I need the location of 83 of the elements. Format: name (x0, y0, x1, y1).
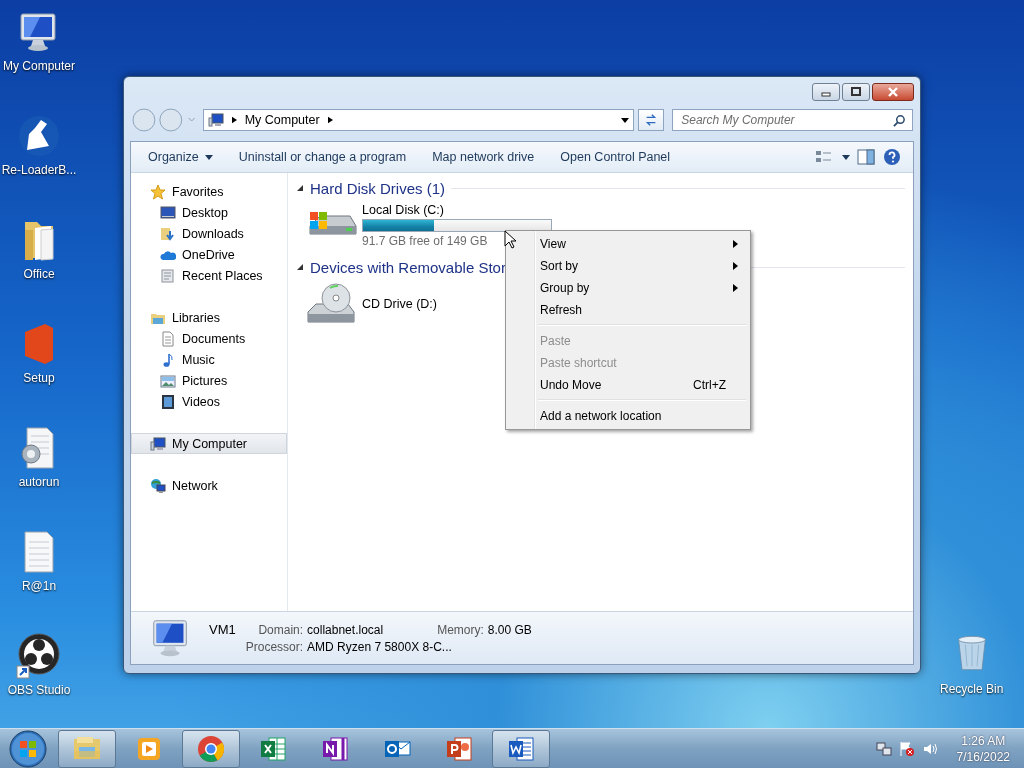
sidebar-item[interactable]: Pictures (131, 370, 287, 391)
field-label: Memory: (436, 623, 484, 637)
search-field[interactable]: Search My Computer (672, 109, 913, 131)
address-bar[interactable]: My Computer (202, 109, 635, 131)
toolbar-button[interactable]: Organize (137, 146, 224, 168)
preview-pane-icon[interactable] (855, 148, 877, 166)
network-icon[interactable] (875, 740, 892, 757)
flag-icon[interactable] (898, 740, 915, 757)
maximize-button[interactable] (842, 83, 870, 101)
field-label: Processor: (245, 640, 304, 654)
maximize-icon (850, 87, 862, 97)
sidebar-item[interactable]: Network (131, 475, 287, 496)
close-button[interactable] (872, 83, 914, 101)
chevron-icon[interactable] (327, 116, 333, 124)
sidebar-item[interactable]: Favorites (131, 181, 287, 202)
collapse-icon[interactable] (296, 263, 304, 271)
sidebar-item[interactable]: Libraries (131, 307, 287, 328)
taskbar-app-button[interactable] (492, 729, 550, 768)
desktop-icon-label: autorun (18, 475, 60, 489)
menu-item[interactable]: Undo Move Ctrl+Z (508, 374, 748, 396)
desktop-icon-label: OBS Studio (7, 683, 71, 697)
sidebar-item[interactable]: Recent Places (131, 265, 287, 286)
desktop-icon-label: R@1n (21, 579, 57, 593)
group-header: Hard Disk Drives (1) (310, 179, 445, 197)
submenu-arrow-icon (732, 240, 738, 248)
drive-name[interactable]: CD Drive (D:) (362, 297, 437, 311)
computer-icon (207, 112, 224, 128)
monitor-icon (160, 204, 176, 221)
star-icon (150, 183, 166, 200)
sidebar-item[interactable]: OneDrive (131, 244, 287, 265)
refresh-button[interactable] (638, 109, 665, 131)
sidebar-item[interactable]: Videos (131, 391, 287, 412)
computer-icon (150, 435, 166, 452)
close-icon (887, 87, 899, 97)
desktop-icon-label: Re-LoaderB... (1, 163, 77, 177)
network-icon (150, 477, 166, 494)
taskbar-app-button[interactable] (58, 729, 116, 768)
menu-item[interactable]: Group by (508, 277, 748, 299)
cd-drive-icon[interactable] (306, 282, 358, 326)
sidebar-item[interactable]: Downloads (131, 223, 287, 244)
start-button[interactable] (8, 728, 48, 768)
field-value: AMD Ryzen 7 5800X 8-C... (307, 640, 453, 654)
field-label: Domain: (257, 623, 304, 637)
sidebar-item[interactable]: Music (131, 349, 287, 370)
menu-item[interactable]: Sort by (508, 255, 748, 277)
refresh-icon (644, 113, 659, 127)
app-shortcut-icon[interactable] (15, 632, 63, 680)
menu-item[interactable]: Add a network location (508, 405, 748, 427)
download-folder-icon (160, 225, 176, 242)
search-field[interactable]: Search My Computer (679, 112, 893, 128)
picture-icon (160, 372, 176, 389)
toolbar-button[interactable]: Open Control Panel (549, 146, 682, 168)
computer-name: VM1 (209, 622, 236, 637)
help-icon[interactable] (881, 148, 903, 166)
field-value: 8.00 GB (487, 623, 532, 637)
desktop-icon-label: Office (23, 267, 55, 281)
chevron-icon[interactable] (231, 116, 237, 124)
toolbar-button[interactable]: Uninstall or change a program (227, 146, 418, 168)
drive-name[interactable]: Local Disk (C:) (362, 203, 444, 217)
sidebar-item[interactable]: Documents (131, 328, 287, 349)
desktop-icon-label: Setup (23, 371, 55, 385)
document-list-icon (160, 267, 176, 284)
collapse-icon[interactable] (296, 184, 304, 192)
mouse-cursor-icon (504, 230, 517, 250)
sidebar-item[interactable]: My Computer (131, 433, 287, 454)
dropdown-icon[interactable] (621, 117, 630, 123)
group-header: Devices with Removable Stor (310, 258, 506, 276)
caret-icon (204, 154, 213, 160)
sidebar-item[interactable]: Desktop (131, 202, 287, 223)
field-value: collabnet.local (307, 623, 384, 637)
menu-item[interactable]: Refresh (508, 299, 748, 321)
document-icon (160, 330, 176, 347)
submenu-arrow-icon (732, 284, 738, 292)
toolbar-button[interactable]: Map network drive (421, 146, 546, 168)
minimize-button[interactable] (812, 83, 840, 101)
music-note-icon (160, 351, 176, 368)
submenu-arrow-icon (732, 262, 738, 270)
desktop-icon-label: My Computer (3, 59, 75, 73)
taskbar-app-button[interactable] (182, 729, 240, 768)
search-icon[interactable] (893, 113, 906, 127)
desktop-icon-label: Recycle Bin (940, 682, 1004, 696)
film-icon (160, 393, 176, 410)
free-space-text: 91.7 GB free of 149 GB (362, 234, 488, 248)
